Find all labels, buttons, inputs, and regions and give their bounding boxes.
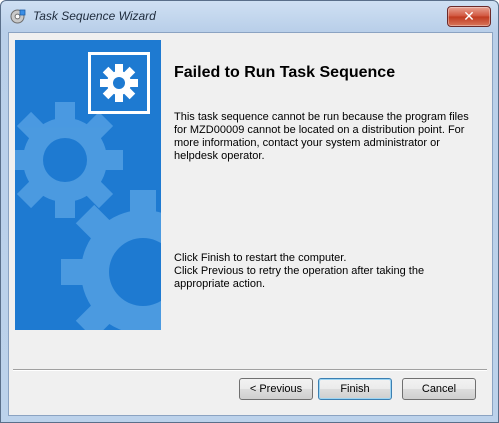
- divider: [13, 369, 487, 371]
- wizard-body: Failed to Run Task Sequence This task se…: [8, 32, 493, 416]
- close-icon: ✕: [463, 8, 475, 25]
- wizard-banner: [15, 40, 161, 330]
- window-title: Task Sequence Wizard: [33, 9, 156, 23]
- cancel-button[interactable]: Cancel: [402, 378, 476, 400]
- wizard-logo: [88, 52, 150, 114]
- wizard-window: Task Sequence Wizard ✕ Failed to Run Tas…: [0, 0, 499, 423]
- instructions: Click Finish to restart the computer. Cl…: [174, 252, 479, 291]
- page-title: Failed to Run Task Sequence: [174, 64, 396, 81]
- wizard-app-icon: [9, 8, 26, 25]
- instruction-finish: Click Finish to restart the computer.: [174, 252, 347, 264]
- instruction-previous: Click Previous to retry the operation af…: [174, 265, 425, 290]
- previous-button[interactable]: < Previous: [239, 378, 313, 400]
- gear-icon: [100, 64, 138, 102]
- error-message: This task sequence cannot be run because…: [174, 111, 469, 162]
- close-button[interactable]: ✕: [447, 6, 491, 27]
- title-bar[interactable]: Task Sequence Wizard ✕: [1, 1, 498, 31]
- finish-button[interactable]: Finish: [318, 378, 392, 400]
